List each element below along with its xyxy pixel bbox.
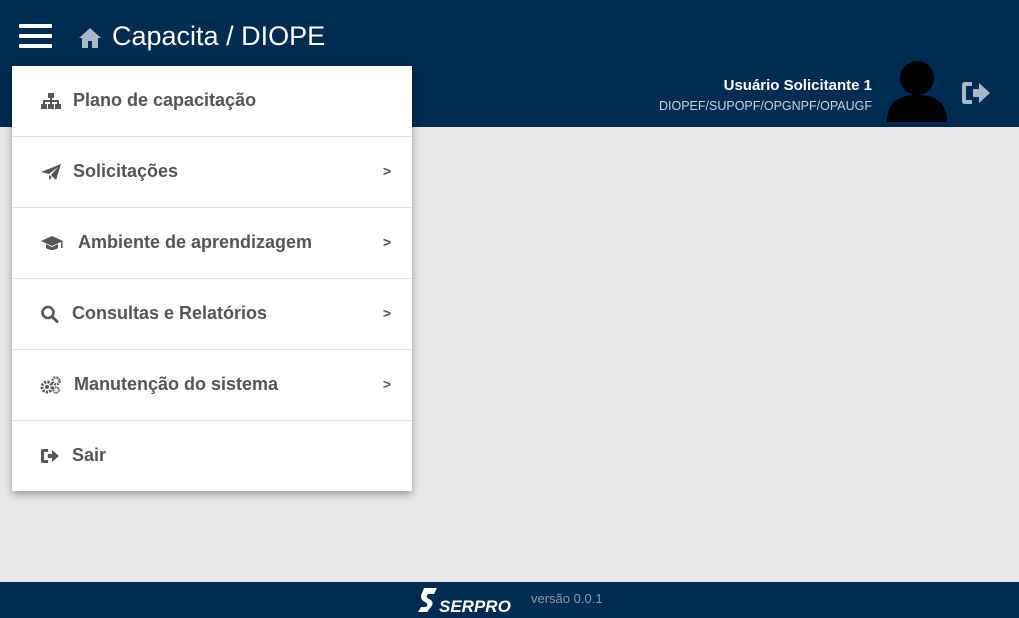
menu-item-label: Plano de capacitação: [73, 90, 257, 110]
menu-item-label: Sair: [72, 445, 107, 465]
menu-item-consultas-e-relatorios[interactable]: Consultas e Relatórios >: [12, 279, 412, 350]
submenu-arrow: >: [382, 305, 391, 321]
serpro-logo: SERPRO: [418, 588, 511, 615]
navigation-menu: Plano de capacitação Solicitações > Ambi…: [12, 66, 412, 491]
submenu-arrow: >: [382, 234, 391, 250]
search-icon: [41, 305, 59, 323]
menu-item-plano-de-capacitacao[interactable]: Plano de capacitação: [12, 66, 412, 137]
sign-out-icon: [41, 449, 59, 463]
app-title: Capacita / DIOPE: [112, 21, 326, 51]
menu-item-label: Solicitações: [73, 161, 179, 181]
menu-item-solicitacoes[interactable]: Solicitações >: [12, 137, 412, 208]
paper-plane-icon: [41, 164, 61, 180]
menu-item-ambiente-de-aprendizagem[interactable]: Ambiente de aprendizagem >: [12, 208, 412, 279]
gears-icon: [40, 376, 61, 394]
sitemap-icon: [41, 93, 61, 109]
menu-item-manutencao-do-sistema[interactable]: Manutenção do sistema >: [12, 350, 412, 421]
user-organization: DIOPEF/SUPOPF/OPGNPF/OPAUGF: [659, 99, 872, 113]
menu-item-label: Consultas e Relatórios: [72, 303, 268, 323]
version-label: versão 0.0.1: [531, 591, 603, 606]
home-icon[interactable]: [78, 27, 102, 49]
menu-item-sair[interactable]: Sair: [12, 421, 412, 492]
user-name: Usuário Solicitante 1: [723, 77, 872, 94]
serpro-logo-text: SERPRO: [439, 597, 511, 615]
footer: SERPRO versão 0.0.1: [0, 582, 1019, 618]
submenu-arrow: >: [382, 163, 391, 179]
graduation-cap-icon: [41, 236, 63, 250]
menu-item-label: Ambiente de aprendizagem: [78, 232, 313, 252]
logout-icon[interactable]: [961, 80, 991, 106]
user-avatar-icon[interactable]: [885, 60, 949, 122]
hamburger-icon[interactable]: [19, 24, 52, 51]
menu-item-label: Manutenção do sistema: [74, 374, 279, 394]
submenu-arrow: >: [382, 376, 391, 392]
